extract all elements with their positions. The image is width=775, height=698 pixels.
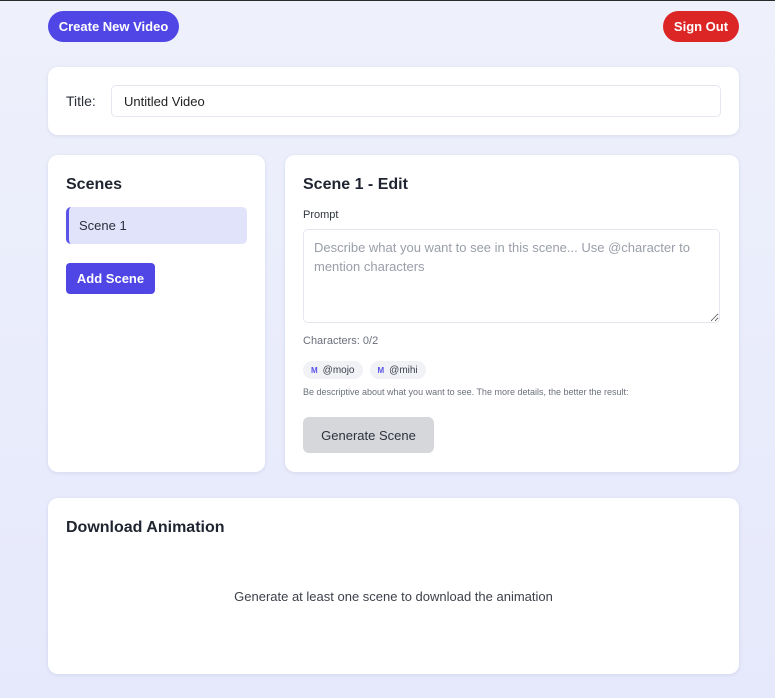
download-empty-message: Generate at least one scene to download … <box>234 589 553 604</box>
title-card: Title: <box>48 67 739 135</box>
editor-heading: Scene 1 - Edit <box>303 176 408 193</box>
download-heading: Download Animation <box>66 519 225 536</box>
generate-scene-button[interactable]: Generate Scene <box>303 417 434 453</box>
create-new-video-button[interactable]: Create New Video <box>48 11 179 42</box>
scene-item-label: Scene 1 <box>79 218 127 233</box>
scenes-heading: Scenes <box>66 176 123 193</box>
character-count: Characters: 0/2 <box>303 335 379 347</box>
title-input[interactable] <box>111 85 721 117</box>
character-avatar: M <box>311 365 318 375</box>
scene-editor-panel: Scene 1 - Edit Prompt Characters: 0/2 M … <box>285 155 739 472</box>
title-label: Title: <box>66 93 96 109</box>
character-avatar: M <box>377 365 385 375</box>
character-chip-mojo[interactable]: M @mojo <box>303 361 363 379</box>
prompt-textarea[interactable] <box>303 229 720 323</box>
character-handle: @mihi <box>389 364 418 376</box>
scene-item-1[interactable]: Scene 1 <box>66 207 247 244</box>
character-handle: @mojo <box>322 364 355 376</box>
prompt-hint: Be descriptive about what you want to se… <box>303 387 629 397</box>
character-chips: M @mojo M @mihi <box>303 361 426 379</box>
add-scene-button[interactable]: Add Scene <box>66 263 155 294</box>
prompt-label: Prompt <box>303 209 339 221</box>
scenes-panel: Scenes Scene 1 Add Scene <box>48 155 265 472</box>
download-panel: Download Animation Generate at least one… <box>48 498 739 674</box>
character-chip-mihi[interactable]: M @mihi <box>369 361 426 379</box>
sign-out-button[interactable]: Sign Out <box>663 11 739 42</box>
